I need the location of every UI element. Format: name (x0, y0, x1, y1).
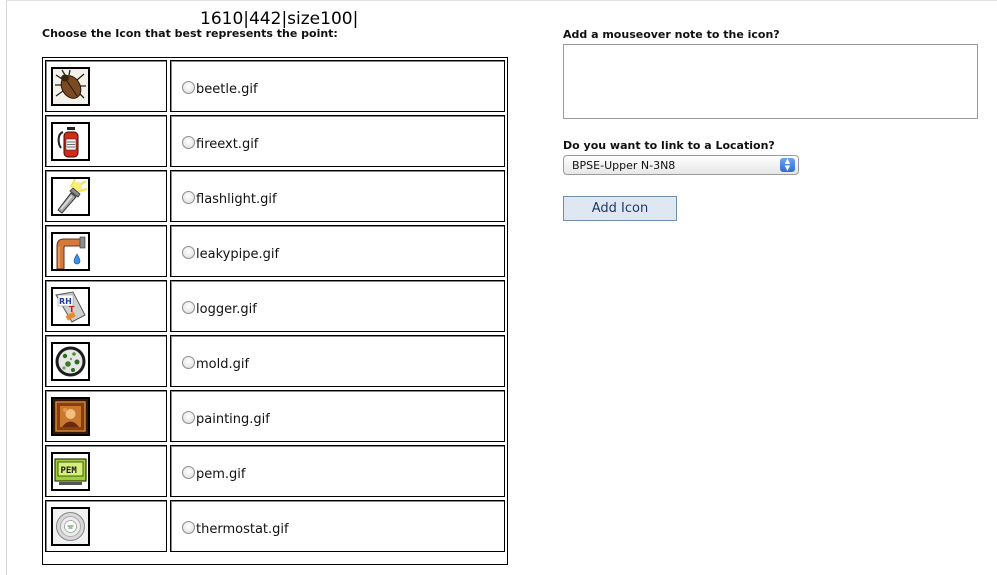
mold-label: mold.gif (196, 357, 250, 372)
pem-radio[interactable] (182, 466, 195, 479)
icon-option-cell[interactable]: leakypipe.gif (170, 225, 505, 277)
icon-row-beetle: beetle.gif (45, 60, 505, 112)
flashlight-label: flashlight.gif (196, 192, 277, 207)
icon-row-leakypipe: leakypipe.gif (45, 225, 505, 277)
beetle-label: beetle.gif (196, 82, 258, 97)
logger-label: logger.gif (196, 302, 257, 317)
painting-radio[interactable] (182, 411, 195, 424)
mouseover-note-textarea[interactable] (563, 44, 978, 119)
icon-option-cell[interactable]: mold.gif (170, 335, 505, 387)
mold-icon (51, 342, 90, 381)
logger-radio[interactable] (182, 301, 195, 314)
location-select[interactable]: BPSE-Upper N-3N8 ▲ ▼ (563, 155, 799, 175)
leaky-pipe-icon (51, 232, 90, 271)
icon-image-cell: RH T (45, 280, 167, 332)
logger-icon: RH T (51, 287, 90, 326)
icon-row-fireext: fireext.gif (45, 115, 505, 167)
mold-radio[interactable] (182, 356, 195, 369)
icon-row-thermostat: thermostat.gif (45, 500, 505, 552)
icon-option-cell[interactable]: fireext.gif (170, 115, 505, 167)
icon-row-logger: RH T logger.gif (45, 280, 505, 332)
thermostat-radio[interactable] (182, 521, 195, 534)
thermostat-label: thermostat.gif (196, 522, 289, 537)
icon-option-cell[interactable]: beetle.gif (170, 60, 505, 112)
svg-text:PEM: PEM (61, 466, 78, 476)
link-location-heading: Do you want to link to a Location? (563, 139, 775, 152)
pem-label: pem.gif (196, 467, 246, 482)
icon-row-pem: PEM pem.gif (45, 445, 505, 497)
painting-label: painting.gif (196, 412, 270, 427)
flashlight-icon (51, 177, 90, 216)
choose-icon-heading: Choose the Icon that best represents the… (42, 27, 338, 40)
icon-image-cell (45, 60, 167, 112)
pem-icon: PEM (51, 452, 90, 491)
icon-option-cell[interactable]: thermostat.gif (170, 500, 505, 552)
flashlight-radio[interactable] (182, 191, 195, 204)
fireext-radio[interactable] (182, 136, 195, 149)
beetle-icon (51, 67, 90, 106)
top-divider (6, 0, 997, 1)
icon-option-cell[interactable]: pem.gif (170, 445, 505, 497)
location-select-value: BPSE-Upper N-3N8 (572, 159, 676, 172)
icon-option-cell[interactable]: flashlight.gif (170, 170, 505, 222)
icon-option-cell[interactable]: painting.gif (170, 390, 505, 442)
icon-image-cell (45, 390, 167, 442)
icon-image-cell (45, 335, 167, 387)
leakypipe-label: leakypipe.gif (196, 247, 280, 262)
beetle-radio[interactable] (182, 81, 195, 94)
icon-row-mold: mold.gif (45, 335, 505, 387)
mouseover-note-heading: Add a mouseover note to the icon? (563, 28, 780, 41)
painting-icon (51, 397, 90, 436)
debug-text: 1610|442|size100| (200, 9, 359, 29)
icon-image-cell (45, 500, 167, 552)
thermostat-icon (51, 507, 90, 546)
icon-image-cell (45, 115, 167, 167)
icon-option-cell[interactable]: logger.gif (170, 280, 505, 332)
fire-extinguisher-icon (51, 122, 90, 161)
select-stepper-icon: ▲ ▼ (780, 158, 795, 172)
icon-image-cell (45, 225, 167, 277)
icon-row-painting: painting.gif (45, 390, 505, 442)
add-icon-button[interactable]: Add Icon (563, 196, 677, 221)
fireext-label: fireext.gif (196, 137, 259, 152)
icon-image-cell: PEM (45, 445, 167, 497)
icon-choice-table: beetle.gif fireext.gif flashlight.gif le… (42, 57, 508, 565)
icon-image-cell (45, 170, 167, 222)
icon-row-flashlight: flashlight.gif (45, 170, 505, 222)
leakypipe-radio[interactable] (182, 246, 195, 259)
